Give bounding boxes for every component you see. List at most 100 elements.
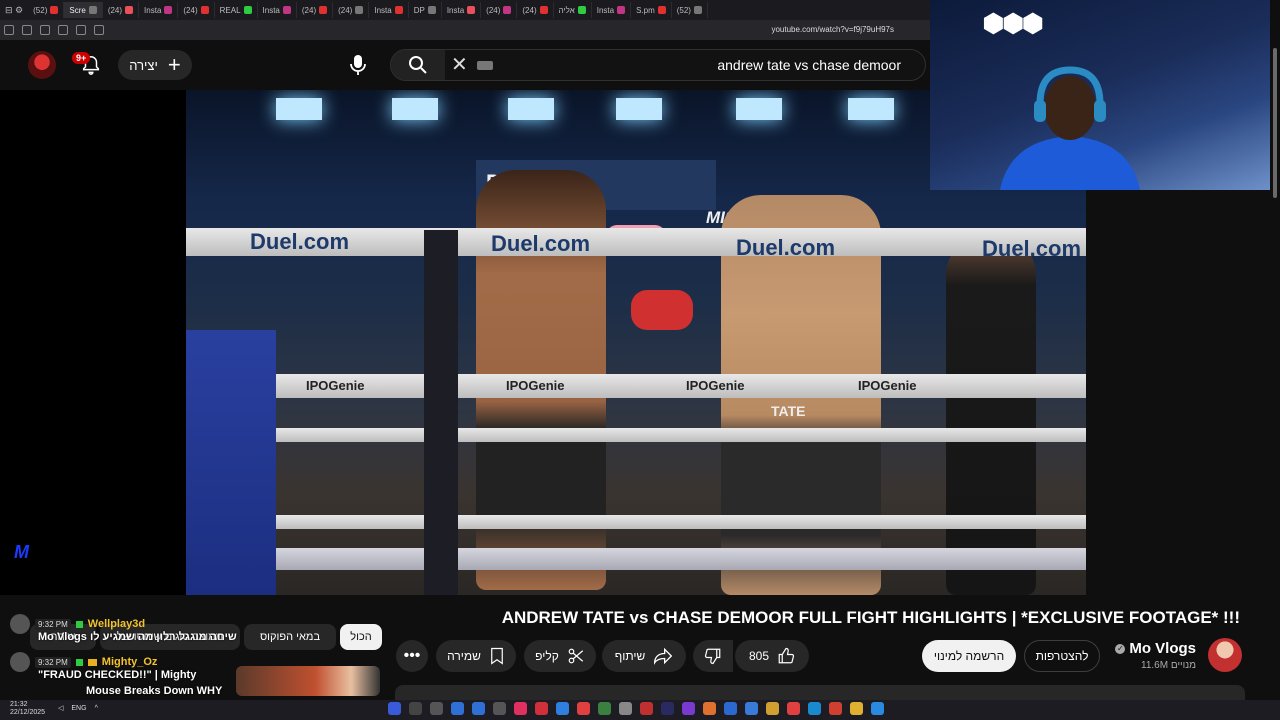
corner-post: [424, 230, 458, 595]
channel-name[interactable]: ✓ Mo Vlogs: [1115, 640, 1196, 657]
chip-all[interactable]: הכול: [340, 624, 382, 650]
taskbar-app-icon[interactable]: [556, 702, 569, 715]
tab-label: (24): [301, 5, 317, 15]
taskbar-app-icon[interactable]: [871, 702, 884, 715]
taskbar-app-icon[interactable]: [829, 702, 842, 715]
tray-chevron-icon[interactable]: ^: [95, 705, 98, 712]
search-input[interactable]: andrew tate vs chase demoor: [717, 57, 901, 73]
chat-username: Mighty_Oz: [101, 656, 158, 668]
webcam-overlay: ⬢⬢⬢: [930, 0, 1270, 190]
keyboard-icon[interactable]: [477, 61, 493, 70]
taskbar-app-icon[interactable]: [808, 702, 821, 715]
chat-username: Wellplay3d: [87, 618, 146, 630]
music-icon[interactable]: [76, 25, 86, 35]
browser-tab[interactable]: DP: [409, 2, 442, 18]
user-avatar[interactable]: [28, 51, 56, 79]
window-controls[interactable]: ⊟ ⚙: [0, 5, 28, 16]
taskbar-app-icon[interactable]: [682, 702, 695, 715]
taskbar-clock[interactable]: 21:32 22/12/2025: [10, 701, 45, 717]
search-box: ✕ andrew tate vs chase demoor: [390, 49, 926, 81]
taskbar-app-icon[interactable]: [409, 702, 422, 715]
volume-icon[interactable]: ◁: [58, 704, 63, 712]
referee: [946, 235, 1036, 595]
browser-tab[interactable]: (52): [28, 2, 65, 18]
plus-icon: +: [167, 52, 181, 77]
sponsor-text: IPOGenie: [686, 378, 745, 393]
taskbar-app-icon[interactable]: [766, 702, 779, 715]
ring-rope: [186, 515, 1086, 529]
browser-tab-strip: ⊟ ⚙ (52) Scre (24) Insta (24) REAL Insta (24) (2…: [0, 0, 930, 20]
tab-favicon-icon: [539, 6, 548, 14]
browser-tab[interactable]: Insta: [369, 2, 409, 18]
chip-filter[interactable]: במאי הפוקוס: [244, 624, 336, 650]
taskbar-app-icon[interactable]: [493, 702, 506, 715]
taskbar-app-icon[interactable]: [661, 702, 674, 715]
taskbar-app-icon[interactable]: [745, 702, 758, 715]
browser-tab[interactable]: Insta: [592, 2, 632, 18]
more-actions-button[interactable]: •••: [396, 640, 428, 672]
tab-label: (24): [107, 5, 123, 15]
taskbar-app-icon[interactable]: [640, 702, 653, 715]
browser-tab[interactable]: (24): [333, 2, 370, 18]
voice-search-button[interactable]: [342, 50, 374, 80]
browser-tab[interactable]: (24): [178, 2, 215, 18]
taskbar-app-icon[interactable]: [514, 702, 527, 715]
browser-tab[interactable]: REAL: [215, 2, 258, 18]
rope-ad-text: Duel.com: [250, 229, 350, 254]
browser-tab[interactable]: Insta: [139, 2, 179, 18]
create-button[interactable]: יצירה +: [118, 50, 192, 80]
history-icon[interactable]: [58, 25, 68, 35]
scrollbar-thumb[interactable]: [1273, 48, 1277, 198]
page-scrollbar[interactable]: [1270, 0, 1280, 700]
language-indicator[interactable]: ENG: [71, 705, 86, 712]
subscribe-button[interactable]: הרשמה למינוי: [922, 640, 1016, 672]
taskbar-app-icon[interactable]: [535, 702, 548, 715]
clear-search-icon[interactable]: ✕: [451, 54, 468, 76]
taskbar-app-icon[interactable]: [577, 702, 590, 715]
streamer-figure: [1000, 66, 1140, 190]
browser-tab[interactable]: (24): [517, 2, 554, 18]
taskbar-app-icon[interactable]: [787, 702, 800, 715]
like-button[interactable]: 805: [735, 640, 809, 672]
taskbar-app-icon[interactable]: [703, 702, 716, 715]
chat-time: 9:32 PM: [35, 656, 71, 668]
search-button[interactable]: [391, 50, 445, 80]
taskbar-app-icon[interactable]: [430, 702, 443, 715]
recommended-video-thumbnail[interactable]: [236, 666, 380, 696]
taskbar-app-icon[interactable]: [451, 702, 464, 715]
settings-icon[interactable]: [22, 25, 32, 35]
browser-tab[interactable]: (52): [672, 2, 708, 18]
browser-tab[interactable]: S.pm: [631, 2, 672, 18]
taskbar-app-icon[interactable]: [619, 702, 632, 715]
streamer-cam: [990, 60, 1150, 190]
share-button[interactable]: שיתוף: [602, 640, 686, 672]
browser-tab[interactable]: Insta: [258, 2, 297, 18]
browser-tab[interactable]: Insta: [442, 2, 482, 18]
dislike-button[interactable]: [693, 640, 733, 672]
shield-icon[interactable]: [40, 25, 50, 35]
taskbar-app-icon[interactable]: [850, 702, 863, 715]
browser-tab[interactable]: Scre: [64, 2, 103, 18]
taskbar-app-icon[interactable]: [388, 702, 401, 715]
video-player[interactable]: Duel.com MISFITS MANIA TATE Duel.com Due…: [0, 90, 1086, 595]
tab-label: Insta: [144, 5, 162, 15]
taskbar-app-icon[interactable]: [724, 702, 737, 715]
browser-tab[interactable]: (24): [481, 2, 518, 18]
taskbar-app-icon[interactable]: [598, 702, 611, 715]
browser-tab[interactable]: (24): [103, 2, 140, 18]
tab-favicon-icon: [282, 6, 291, 14]
join-button[interactable]: להצטרפות: [1024, 640, 1100, 672]
tab-label: Insta: [446, 5, 465, 15]
menu-icon[interactable]: [4, 25, 14, 35]
channel-avatar[interactable]: [1208, 638, 1242, 672]
bookmark-icon[interactable]: [94, 25, 104, 35]
sponsor-text: IPOGenie: [858, 378, 917, 393]
browser-tab[interactable]: אליה: [554, 2, 592, 18]
browser-tab[interactable]: (24): [297, 2, 334, 18]
url-text[interactable]: youtube.com/watch?v=f9j79uH97s: [771, 25, 894, 34]
save-button[interactable]: שמירה: [436, 640, 516, 672]
clip-label: קליפ: [535, 649, 559, 663]
like-count: 805: [748, 649, 770, 663]
clip-button[interactable]: קליפ: [524, 640, 596, 672]
taskbar-app-icon[interactable]: [472, 702, 485, 715]
